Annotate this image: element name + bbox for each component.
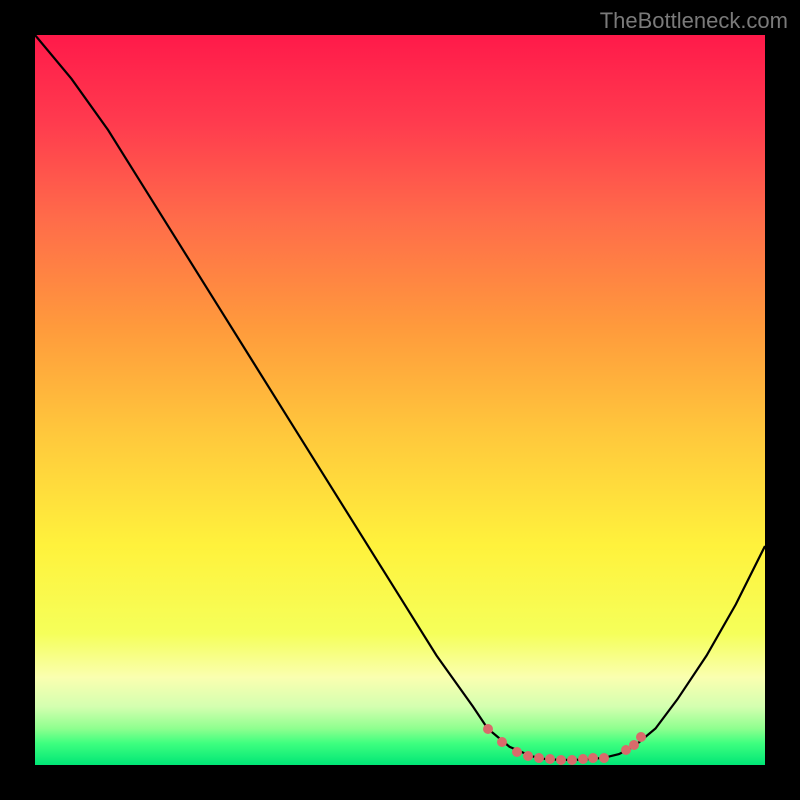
- marker-point: [545, 754, 555, 764]
- marker-point: [497, 737, 507, 747]
- marker-point: [578, 754, 588, 764]
- marker-point: [636, 732, 646, 742]
- marker-point: [567, 755, 577, 765]
- curve-layer: [35, 35, 765, 765]
- marker-point: [523, 751, 533, 761]
- marker-point: [483, 724, 493, 734]
- marker-point: [556, 755, 566, 765]
- watermark-text: TheBottleneck.com: [600, 8, 788, 34]
- marker-point: [512, 747, 522, 757]
- marker-point: [534, 753, 544, 763]
- marker-point: [588, 753, 598, 763]
- bottleneck-curve: [35, 35, 765, 760]
- marker-point: [599, 753, 609, 763]
- chart-plot-area: [35, 35, 765, 765]
